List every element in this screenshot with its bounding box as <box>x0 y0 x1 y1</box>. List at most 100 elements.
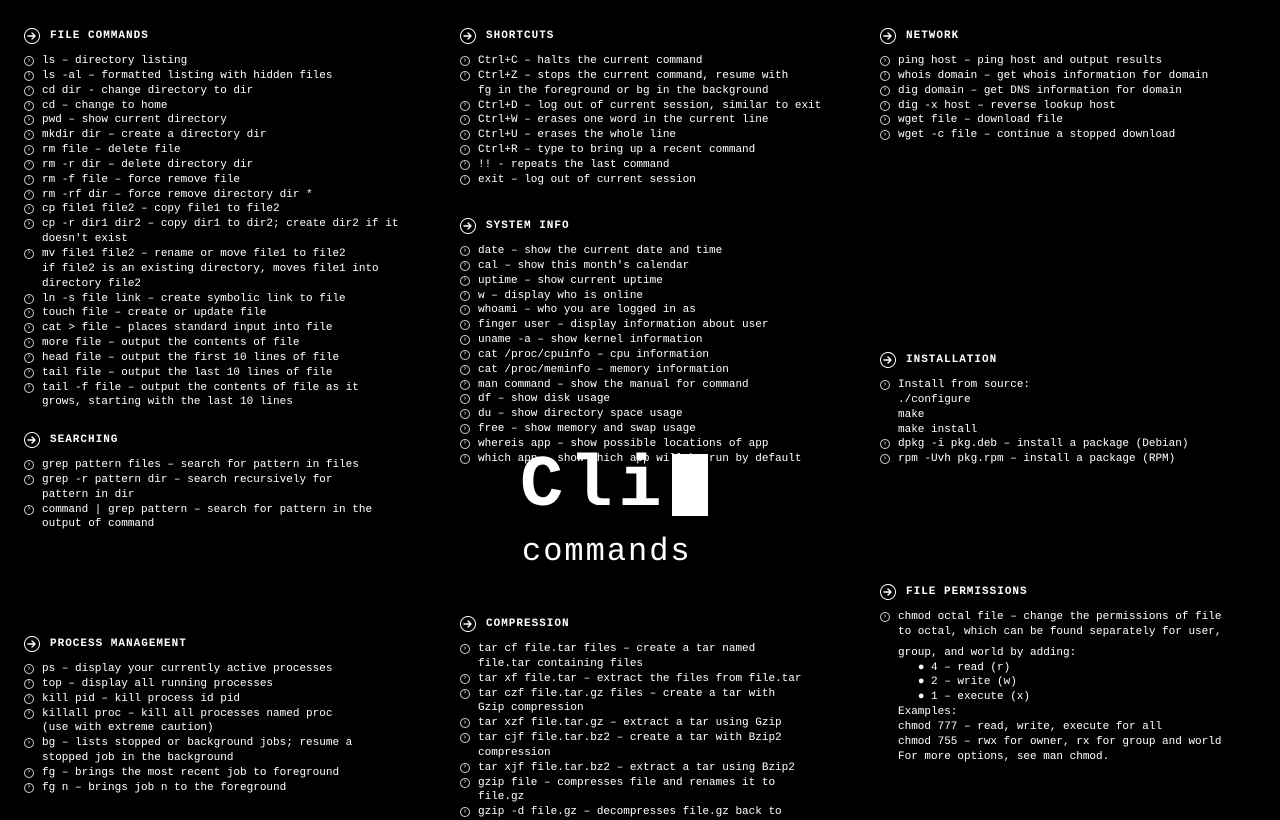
list-item: ›rm -r dir – delete directory dir <box>24 158 444 173</box>
extra-line: ● 2 – write (w) <box>880 675 1270 690</box>
chevron-right-icon: › <box>24 175 34 185</box>
item-text: cat > file – places standard input into … <box>42 321 332 336</box>
item-text: gzip file – compresses file and renames … <box>478 776 775 806</box>
chevron-right-icon: › <box>460 320 470 330</box>
chevron-right-icon: › <box>880 56 890 66</box>
list-item: ›more file – output the contents of file <box>24 336 444 351</box>
section-title: PROCESS MANAGEMENT <box>50 637 187 652</box>
chevron-right-icon: › <box>24 115 34 125</box>
chevron-right-icon: › <box>460 674 470 684</box>
section-header: INSTALLATION <box>880 352 1270 368</box>
list-item: ›date – show the current date and time <box>460 244 860 259</box>
list-item: ›Install from source: ./configure make m… <box>880 378 1270 437</box>
chevron-right-icon: › <box>24 460 34 470</box>
item-text: Ctrl+D – log out of current session, sim… <box>478 99 821 114</box>
item-text: touch file – create or update file <box>42 306 266 321</box>
item-text: whoami – who you are logged in as <box>478 303 696 318</box>
list-item: ›bg – lists stopped or background jobs; … <box>24 736 444 766</box>
item-text: ping host – ping host and output results <box>898 54 1162 69</box>
list-item: ›rpm -Uvh pkg.rpm – install a package (R… <box>880 452 1270 467</box>
chevron-right-icon: › <box>460 689 470 699</box>
arrow-right-icon <box>24 636 40 652</box>
section-compression: COMPRESSION › tar cf file.tar files – crea… <box>460 616 860 820</box>
item-list: › tar cf file.tar files – create a tar na… <box>460 642 860 820</box>
chevron-right-icon: › <box>880 612 890 622</box>
chevron-right-icon: › <box>24 664 34 674</box>
extra-line: ● 4 – read (r) <box>880 661 1270 676</box>
chevron-right-icon: › <box>24 783 34 793</box>
item-text: cd dir - change directory to dir <box>42 84 253 99</box>
list-item: ›tail file – output the last 10 lines of… <box>24 366 444 381</box>
list-item: ›grep pattern files – search for pattern… <box>24 458 444 473</box>
item-text: Ctrl+C – halts the current command <box>478 54 702 69</box>
list-item: ›Ctrl+C – halts the current command <box>460 54 860 69</box>
item-text: chmod octal file – change the permission… <box>898 610 1221 640</box>
item-text: Ctrl+R – type to bring up a recent comma… <box>478 143 755 158</box>
item-text: wget file – download file <box>898 113 1063 128</box>
list-item: ›ls -al – formatted listing with hidden … <box>24 69 444 84</box>
item-list: › ping host – ping host and output result… <box>880 54 1270 143</box>
list-item: ›df – show disk usage <box>460 392 860 407</box>
list-item: ›!! - repeats the last command <box>460 158 860 173</box>
item-text: top – display all running processes <box>42 677 273 692</box>
chevron-right-icon: › <box>460 365 470 375</box>
item-text: Ctrl+U – erases the whole line <box>478 128 676 143</box>
item-text: ln -s file link – create symbolic link t… <box>42 292 346 307</box>
extra-line: Examples: <box>880 705 1270 720</box>
section-title: SEARCHING <box>50 433 118 448</box>
arrow-right-icon <box>24 28 40 44</box>
item-list: ›grep pattern files – search for pattern… <box>24 458 444 532</box>
item-text: fg – brings the most recent job to foreg… <box>42 766 339 781</box>
chevron-right-icon: › <box>460 101 470 111</box>
list-item: ›grep -r pattern dir – search recursivel… <box>24 473 444 503</box>
section-system-info: SYSTEM INFO›date – show the current date… <box>460 218 860 467</box>
chevron-right-icon: › <box>24 738 34 748</box>
item-text: cp file1 file2 – copy file1 to file2 <box>42 202 280 217</box>
item-text: whois domain – get whois information for… <box>898 69 1208 84</box>
section-title: NETWORK <box>906 29 959 44</box>
list-item: ›kill pid – kill process id pid <box>24 692 444 707</box>
chevron-right-icon: › <box>24 694 34 704</box>
chevron-right-icon: › <box>460 424 470 434</box>
section-header: SHORTCUTS <box>460 28 860 44</box>
list-item: ›uptime – show current uptime <box>460 274 860 289</box>
chevron-right-icon: › <box>24 145 34 155</box>
list-item: ›cat /proc/cpuinfo – cpu information <box>460 348 860 363</box>
item-text: gzip -d file.gz – decompresses file.gz b… <box>478 805 782 820</box>
arrow-right-icon <box>880 352 896 368</box>
list-item: ›dig domain – get DNS information for do… <box>880 84 1270 99</box>
chevron-right-icon: › <box>880 439 890 449</box>
section-title: FILE PERMISSIONS <box>906 585 1028 600</box>
chevron-right-icon: › <box>460 261 470 271</box>
chevron-right-icon: › <box>24 475 34 485</box>
logo-top: Cli <box>520 450 708 522</box>
list-item: ›head file – output the first 10 lines o… <box>24 351 444 366</box>
item-text: Ctrl+W – erases one word in the current … <box>478 113 768 128</box>
section-header: COMPRESSION <box>460 616 860 632</box>
list-item: ›uname -a – show kernel information <box>460 333 860 348</box>
item-text: date – show the current date and time <box>478 244 722 259</box>
chevron-right-icon: › <box>24 71 34 81</box>
list-item: ›free – show memory and swap usage <box>460 422 860 437</box>
item-text: rpm -Uvh pkg.rpm – install a package (RP… <box>898 452 1175 467</box>
arrow-right-icon <box>880 28 896 44</box>
logo-block: Cli commands <box>520 450 708 573</box>
item-text: tar xzf file.tar.gz – extract a tar usin… <box>478 716 782 731</box>
chevron-right-icon: › <box>24 383 34 393</box>
chevron-right-icon: › <box>880 101 890 111</box>
item-text: rm -rf dir – force remove directory dir … <box>42 188 313 203</box>
list-item: ›Ctrl+W – erases one word in the current… <box>460 113 860 128</box>
item-text: ps – display your currently active proce… <box>42 662 332 677</box>
list-item: › chmod octal file – change the permissio… <box>880 610 1270 640</box>
list-item: ›tail -f file – output the contents of f… <box>24 381 444 411</box>
item-text: cat /proc/cpuinfo – cpu information <box>478 348 709 363</box>
list-item: ›cd – change to home <box>24 99 444 114</box>
chevron-right-icon: › <box>24 679 34 689</box>
chevron-right-icon: › <box>24 368 34 378</box>
item-text: cd – change to home <box>42 99 167 114</box>
list-item: ›fg n – brings job n to the foreground <box>24 781 444 796</box>
extra-line: chmod 755 – rwx for owner, rx for group … <box>880 735 1270 750</box>
chevron-right-icon: › <box>460 305 470 315</box>
item-text: tar cf file.tar files – create a tar nam… <box>478 642 755 672</box>
chevron-right-icon: › <box>460 175 470 185</box>
